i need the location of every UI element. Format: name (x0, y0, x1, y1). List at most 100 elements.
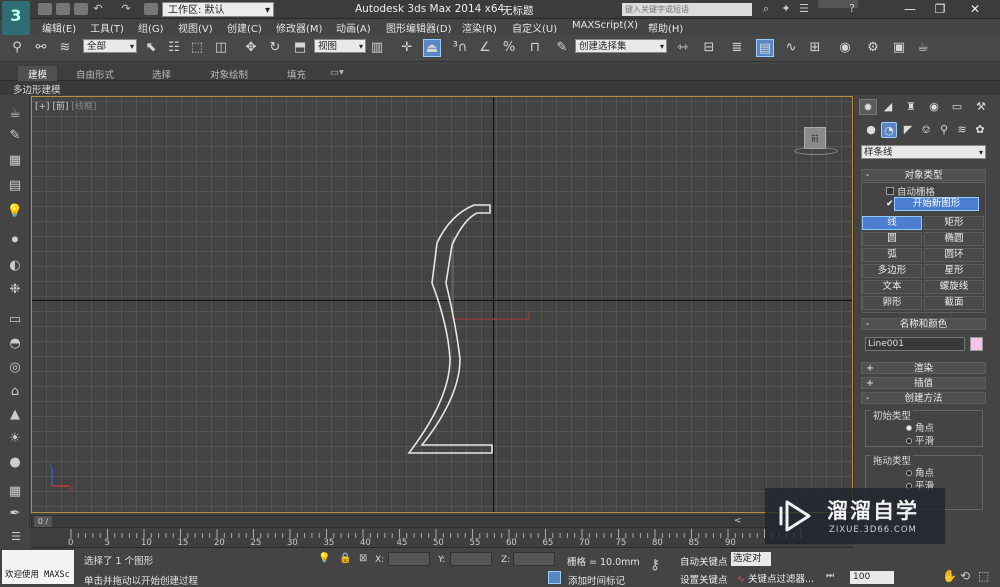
align-icon[interactable]: ⊟ (700, 39, 718, 57)
communication-icon[interactable]: ☰ (798, 3, 810, 15)
search-input[interactable]: 键入关键字或短语 (622, 3, 752, 16)
menu-edit[interactable]: 编辑(E) (42, 20, 76, 35)
object-color-swatch[interactable] (970, 337, 983, 351)
ngon-button[interactable]: 多边形 (862, 264, 922, 278)
auto-grid-row[interactable]: 自动栅格 (886, 184, 935, 198)
motion-tab-icon[interactable]: ◉ (925, 99, 943, 115)
isolate-icon[interactable]: 💡 (318, 553, 330, 564)
menu-graph-editors[interactable]: 图形编辑器(D) (386, 20, 452, 35)
keyboard-shortcut-toggle-icon[interactable]: ⏏ (423, 39, 441, 57)
open-explorer-icon[interactable]: ✎ (5, 128, 25, 144)
new-file-icon[interactable] (38, 3, 52, 15)
interpolation-rollout-header[interactable]: + 插值 (861, 377, 986, 389)
tab-selection[interactable]: 选择 (152, 67, 171, 81)
start-new-shape-button[interactable]: 开始新图形 (894, 197, 979, 211)
y-coordinate-input[interactable] (450, 552, 492, 566)
menu-create[interactable]: 创建(C) (227, 20, 262, 35)
ribbon-options-icon[interactable]: ▭▾ (330, 67, 344, 78)
select-object-icon[interactable]: ⬉ (142, 39, 160, 57)
rectangle-button[interactable]: 矩形 (924, 216, 984, 230)
named-selection-dropdown[interactable]: 创建选择集 ▾ (575, 39, 667, 53)
app-logo[interactable]: 3 (2, 1, 30, 35)
move-icon[interactable]: ✥ (242, 39, 260, 57)
tab-freeform[interactable]: 自由形式 (76, 67, 114, 81)
maxscript-listener-mini[interactable]: 欢迎使用 MAXSc (2, 550, 74, 584)
particle-view-icon[interactable]: ❉ (5, 282, 25, 298)
helix-button[interactable]: 螺旋线 (924, 280, 984, 294)
time-slider[interactable]: 0 / 100 < (31, 515, 853, 537)
menu-group[interactable]: 组(G) (138, 20, 164, 35)
menu-rendering[interactable]: 渲染(R) (462, 20, 497, 35)
helpers-icon[interactable]: ⚲ (936, 122, 952, 138)
maximize-viewport-icon[interactable]: ⬚ (978, 569, 989, 583)
time-tag-icon[interactable] (548, 571, 561, 584)
spinner-snap-icon[interactable]: ⊓ (526, 39, 544, 57)
track-bar[interactable]: 0 5 10 15 20 25 30 35 40 45 50 55 60 65 70 75 80 85 90 (31, 528, 853, 548)
close-button[interactable]: ✕ (960, 0, 990, 19)
light-lister-icon[interactable]: 💡 (5, 204, 25, 220)
front-viewport[interactable]: [+] [前] [线框] 前 z x (31, 96, 853, 513)
maximize-button[interactable]: ❐ (925, 0, 955, 19)
rendered-frame-icon[interactable]: ▣ (890, 39, 908, 57)
cone-icon[interactable]: ▲ (5, 407, 25, 423)
menu-help[interactable]: 帮助(H) (648, 20, 683, 35)
pivot-center-icon[interactable]: ▥ (368, 39, 386, 57)
name-color-rollout-header[interactable]: - 名称和颜色 (861, 318, 986, 330)
selection-lock-icon[interactable]: 🔒 (339, 553, 351, 564)
search-icon[interactable]: ⌕ (760, 3, 772, 15)
initial-corner-radio[interactable] (906, 425, 912, 431)
create-tab-icon[interactable]: ✹ (859, 99, 877, 115)
paint-icon[interactable]: ✒ (5, 506, 25, 522)
help-icon[interactable]: ? (846, 3, 858, 15)
layer-manager-icon[interactable]: ≣ (728, 39, 746, 57)
pan-view-icon[interactable]: ✋ (942, 569, 957, 583)
time-slider-prev-icon[interactable]: < (734, 516, 742, 526)
hierarchy-tab-icon[interactable]: ♜ (902, 99, 920, 115)
geometry-icon[interactable]: ● (863, 122, 879, 138)
menu-customize[interactable]: 自定义(U) (512, 20, 557, 35)
auto-key-button[interactable]: 自动关键点 (680, 554, 728, 568)
utilities-tab-icon[interactable]: ⚒ (972, 99, 990, 115)
add-time-tag[interactable]: 添加时间标记 (568, 573, 625, 587)
menu-modifiers[interactable]: 修改器(M) (276, 20, 322, 35)
unlink-icon[interactable]: ⚯ (32, 39, 50, 57)
camera-icon[interactable]: ⚫ (5, 233, 25, 249)
object-type-rollout-header[interactable]: - 对象类型 (861, 169, 986, 181)
teapot-primitive-icon[interactable]: ⌂ (5, 384, 25, 400)
menu-animation[interactable]: 动画(A) (336, 20, 371, 35)
save-file-icon[interactable] (74, 3, 88, 15)
minimize-button[interactable]: — (895, 0, 925, 19)
space-warps-icon[interactable]: ≋ (954, 122, 970, 138)
ribbon-panel-bar[interactable]: 多边形建模 (0, 81, 1000, 96)
x-coordinate-input[interactable] (388, 552, 430, 566)
rectangular-selection-icon[interactable]: ⬚ (188, 39, 206, 57)
absolute-mode-icon[interactable]: ⊠ (359, 553, 367, 564)
scene-explorer-icon[interactable]: ▤ (756, 39, 774, 57)
menu-tools[interactable]: 工具(T) (90, 20, 124, 35)
egg-button[interactable]: 卵形 (862, 296, 922, 310)
selected-set-dropdown[interactable]: 选定对 (731, 552, 771, 566)
material-editor-icon[interactable]: ◉ (836, 39, 854, 57)
rotate-icon[interactable]: ↻ (266, 39, 284, 57)
torus-icon[interactable]: ◎ (5, 360, 25, 376)
grid-helper-icon[interactable]: ▦ (5, 484, 25, 500)
subscription-icon[interactable]: ✦ (780, 3, 792, 15)
hold-icon[interactable] (144, 3, 158, 15)
cameras-icon[interactable]: ⎊ (918, 122, 934, 138)
start-new-shape-checkbox[interactable]: ✔ (886, 199, 894, 209)
object-category-dropdown[interactable]: 样条线 ▾ (861, 145, 986, 159)
container-icon[interactable]: ▦ (5, 153, 25, 169)
shapes-icon[interactable]: ◔ (881, 122, 897, 138)
time-slider-handle[interactable]: 0 / 100 (34, 516, 52, 537)
object-name-input[interactable]: Line001 (865, 337, 965, 351)
percent-snap-icon[interactable]: % (500, 39, 518, 57)
box-icon[interactable]: ▭ (5, 312, 25, 328)
viewcube[interactable]: 前 (794, 127, 838, 157)
material-sphere-icon[interactable]: ● (5, 455, 25, 471)
ellipse-button[interactable]: 椭圆 (924, 232, 984, 246)
current-frame-input[interactable]: 100 (850, 571, 894, 584)
modify-tab-icon[interactable]: ◢ (879, 99, 897, 115)
menu-views[interactable]: 视图(V) (178, 20, 213, 35)
viewcube-compass-ring[interactable] (794, 147, 838, 155)
goto-end-icon[interactable]: ⏭ (826, 571, 834, 581)
